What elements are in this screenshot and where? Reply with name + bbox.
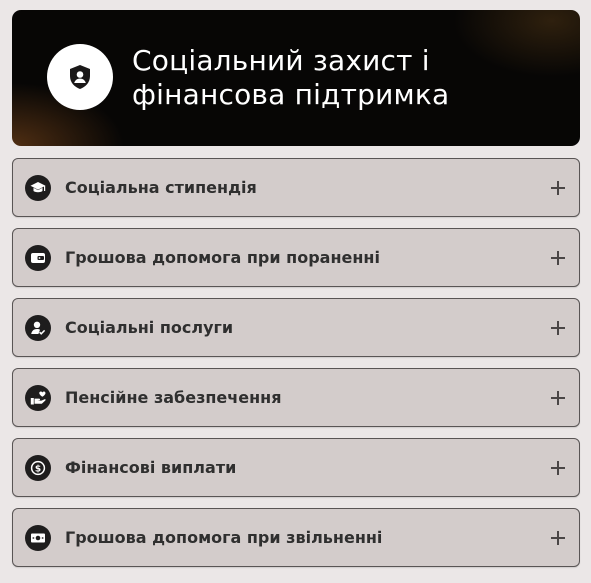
- wallet-icon: [25, 245, 51, 271]
- accordion-item-financial-payments[interactable]: $ Фінансові виплати: [12, 438, 580, 497]
- accordion-list: Соціальна стипендія Грошова допомога при…: [12, 158, 580, 567]
- plus-icon: [551, 391, 565, 405]
- graduation-cap-icon: [25, 175, 51, 201]
- accordion-item-discharge-payment[interactable]: Грошова допомога при звільненні: [12, 508, 580, 567]
- plus-icon: [551, 321, 565, 335]
- user-check-icon: [25, 315, 51, 341]
- accordion-item-label: Соціальна стипендія: [65, 178, 257, 197]
- plus-icon: [551, 531, 565, 545]
- plus-icon: [551, 251, 565, 265]
- page-title: Соціальний захист і фінансова підтримка: [132, 44, 572, 112]
- plus-icon: [551, 461, 565, 475]
- plus-icon: [551, 181, 565, 195]
- accordion-item-label: Фінансові виплати: [65, 458, 237, 477]
- hero-banner: Соціальний захист і фінансова підтримка: [12, 10, 580, 146]
- hand-heart-icon: [25, 385, 51, 411]
- page-title-line-1: Соціальний захист і: [132, 44, 430, 77]
- page-title-line-2: фінансова підтримка: [132, 78, 450, 111]
- accordion-item-label: Соціальні послуги: [65, 318, 234, 337]
- accordion-item-social-scholarship[interactable]: Соціальна стипендія: [12, 158, 580, 217]
- accordion-item-social-services[interactable]: Соціальні послуги: [12, 298, 580, 357]
- accordion-item-injury-payment[interactable]: Грошова допомога при пораненні: [12, 228, 580, 287]
- accordion-item-pension[interactable]: Пенсійне забезпечення: [12, 368, 580, 427]
- accordion-item-label: Грошова допомога при пораненні: [65, 248, 380, 267]
- accordion-item-label: Пенсійне забезпечення: [65, 388, 282, 407]
- shield-user-icon: [70, 65, 90, 89]
- coin-dollar-icon: $: [25, 455, 51, 481]
- accordion-item-label: Грошова допомога при звільненні: [65, 528, 383, 547]
- svg-text:$: $: [35, 464, 41, 474]
- page: Соціальний захист і фінансова підтримка …: [0, 0, 591, 583]
- hero-icon-badge: [47, 44, 113, 110]
- banknote-icon: [25, 525, 51, 551]
